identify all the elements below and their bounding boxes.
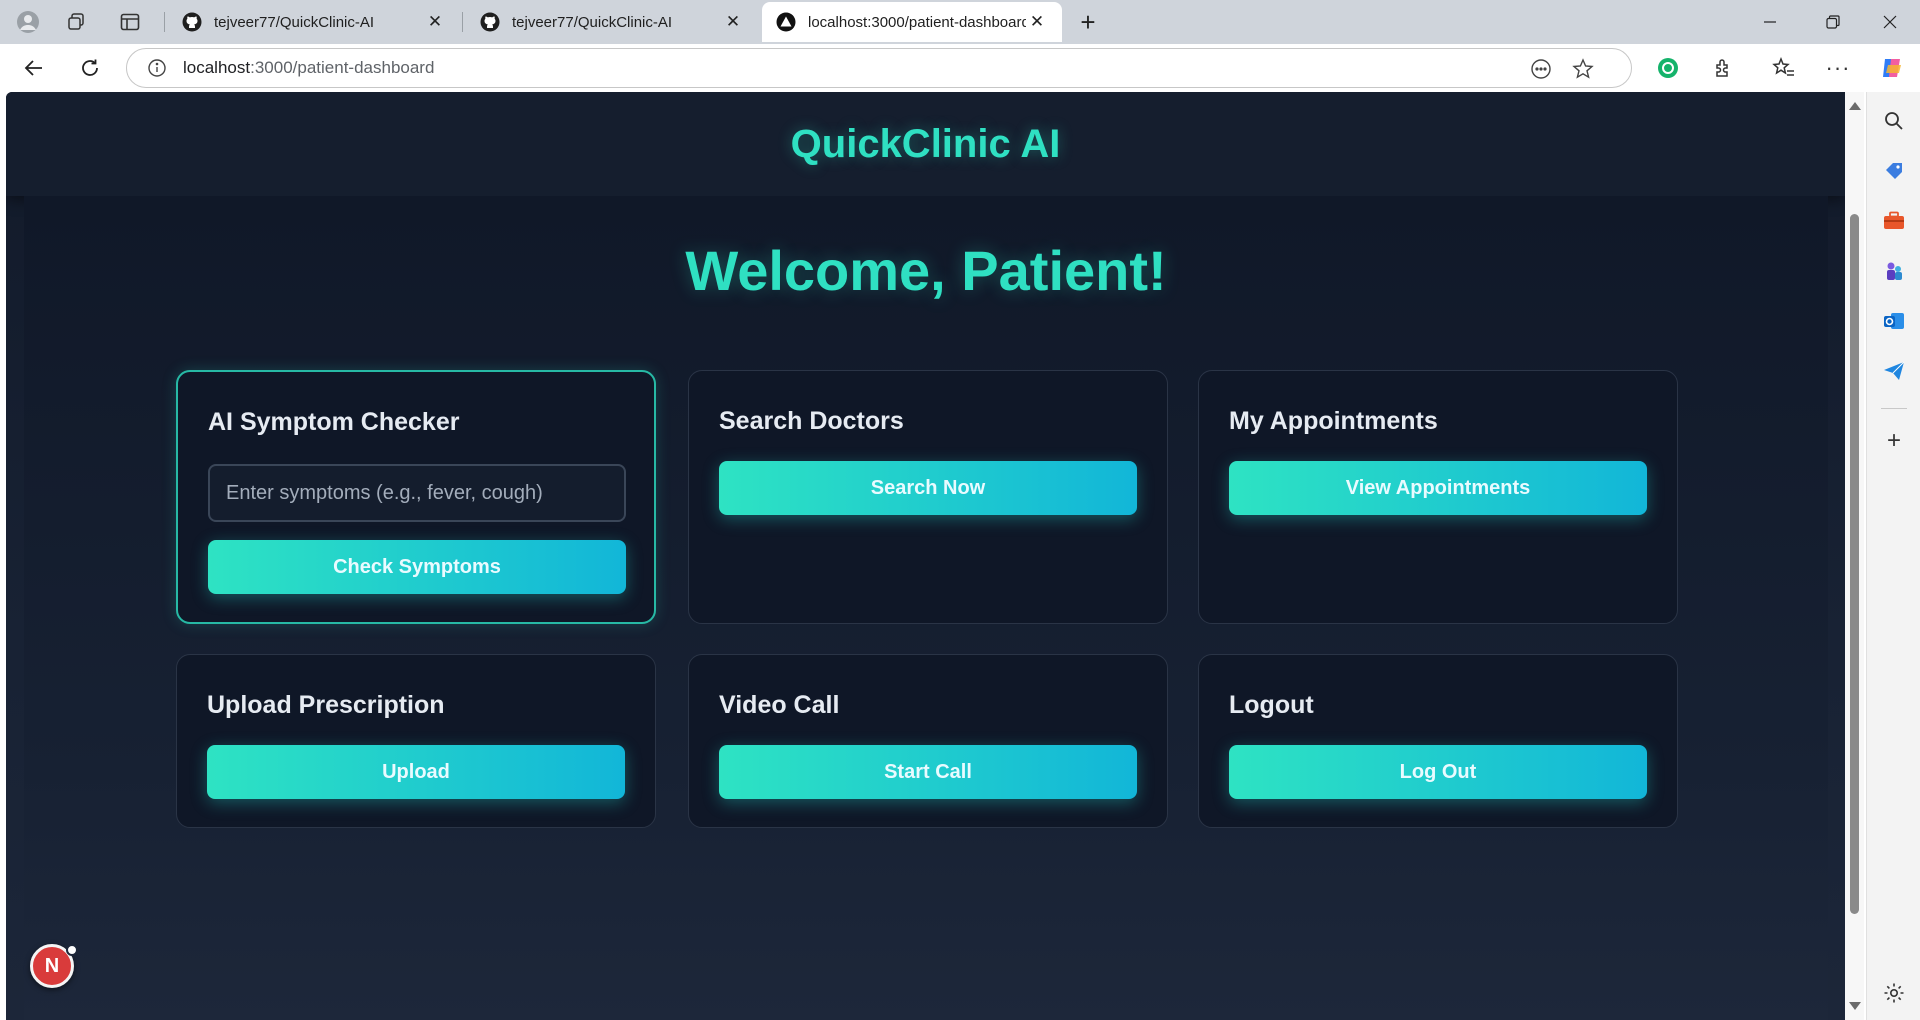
sidebar-settings-gear-icon[interactable] xyxy=(1881,980,1907,1006)
card-upload-prescription: Upload Prescription Upload xyxy=(176,654,656,828)
sidebar-add-icon[interactable]: + xyxy=(1881,427,1907,454)
page-scrollbar[interactable] xyxy=(1845,92,1864,1020)
settings-more-icon[interactable]: ··· xyxy=(1820,50,1856,86)
browser-toolbar: localhost:3000/patient-dashboard ··· xyxy=(0,44,1920,92)
start-call-button[interactable]: Start Call xyxy=(719,745,1137,799)
page-viewport: QuickClinic AI Welcome, Patient! AI Symp… xyxy=(6,92,1845,1020)
workspaces-icon[interactable] xyxy=(56,6,96,38)
copilot-icon[interactable] xyxy=(1874,50,1910,86)
back-icon[interactable] xyxy=(16,50,52,86)
vertical-tabs-icon[interactable] xyxy=(110,6,150,38)
url-host: localhost xyxy=(183,58,251,77)
upload-button[interactable]: Upload xyxy=(207,745,625,799)
app-header: QuickClinic AI xyxy=(6,92,1845,196)
github-icon xyxy=(182,12,202,32)
dashboard-main: Welcome, Patient! AI Symptom Checker Che… xyxy=(24,196,1828,1020)
search-now-button[interactable]: Search Now xyxy=(719,461,1137,515)
app-brand: QuickClinic AI xyxy=(790,121,1061,166)
site-info-icon[interactable] xyxy=(147,58,167,78)
card-title: Logout xyxy=(1229,691,1314,719)
scroll-down-arrow-icon[interactable] xyxy=(1849,1002,1861,1010)
tab-title: tejveer77/QuickClinic-AI xyxy=(214,13,375,31)
card-title: Video Call xyxy=(719,691,840,719)
sidebar-outlook-icon[interactable] xyxy=(1881,308,1907,334)
sidebar-search-icon[interactable] xyxy=(1881,108,1907,134)
nextjs-icon xyxy=(776,12,796,32)
new-tab-icon[interactable]: + xyxy=(1068,6,1108,38)
close-icon[interactable]: ✕ xyxy=(722,11,744,33)
card-video-call: Video Call Start Call xyxy=(688,654,1168,828)
tab-patient-dashboard[interactable]: localhost:3000/patient-dashboard ✕ xyxy=(762,2,1062,42)
card-my-appointments: My Appointments View Appointments xyxy=(1198,370,1678,624)
url-text: localhost:3000/patient-dashboard xyxy=(183,58,434,78)
card-ai-symptom-checker: AI Symptom Checker Check Symptoms xyxy=(176,370,656,624)
card-search-doctors: Search Doctors Search Now xyxy=(688,370,1168,624)
sidebar-games-icon[interactable] xyxy=(1881,258,1907,284)
log-out-button[interactable]: Log Out xyxy=(1229,745,1647,799)
card-logout: Logout Log Out xyxy=(1198,654,1678,828)
sidebar-send-icon[interactable] xyxy=(1881,358,1907,384)
sidebar-tools-briefcase-icon[interactable] xyxy=(1881,208,1907,234)
card-title: Search Doctors xyxy=(719,407,904,435)
close-icon[interactable]: ✕ xyxy=(1026,11,1048,33)
welcome-heading: Welcome, Patient! xyxy=(685,239,1167,302)
tab-bar: tejveer77/QuickClinic-AI ✕ tejveer77/Qui… xyxy=(0,0,1920,44)
minimize-icon[interactable] xyxy=(1740,0,1800,44)
card-title: My Appointments xyxy=(1229,407,1438,435)
window-close-icon[interactable] xyxy=(1860,0,1920,44)
refresh-icon[interactable] xyxy=(72,50,108,86)
extensions-icon[interactable] xyxy=(1706,50,1742,86)
tab-separator xyxy=(462,12,463,32)
close-icon[interactable]: ✕ xyxy=(424,11,446,33)
tab-title: localhost:3000/patient-dashboard xyxy=(808,13,1026,31)
card-title: AI Symptom Checker xyxy=(208,408,460,436)
address-bar[interactable]: localhost:3000/patient-dashboard xyxy=(126,48,1632,88)
favorites-icon[interactable] xyxy=(1766,50,1802,86)
check-symptoms-button[interactable]: Check Symptoms xyxy=(208,540,626,594)
dev-badge-letter: N xyxy=(44,954,60,977)
favorite-star-icon[interactable] xyxy=(1565,49,1601,89)
sidebar-shopping-tag-icon[interactable] xyxy=(1881,158,1907,184)
symptom-input[interactable] xyxy=(208,464,626,522)
card-title: Upload Prescription xyxy=(207,691,445,719)
dev-indicator-dot xyxy=(66,944,78,956)
profile-icon[interactable] xyxy=(8,6,48,38)
more-options-page-icon[interactable] xyxy=(1523,49,1559,89)
tab-separator xyxy=(164,12,165,32)
url-path: :3000/patient-dashboard xyxy=(250,58,435,77)
tab-github-2[interactable]: tejveer77/QuickClinic-AI ✕ xyxy=(466,2,758,42)
sidebar-separator xyxy=(1881,408,1907,409)
view-appointments-button[interactable]: View Appointments xyxy=(1229,461,1647,515)
tab-title: tejveer77/QuickClinic-AI xyxy=(512,13,673,31)
tab-github-1[interactable]: tejveer77/QuickClinic-AI ✕ xyxy=(168,2,460,42)
scroll-thumb[interactable] xyxy=(1850,214,1859,914)
github-icon xyxy=(480,12,500,32)
extension-grammar-icon[interactable] xyxy=(1650,50,1686,86)
edge-sidebar: + xyxy=(1866,92,1920,1020)
restore-icon[interactable] xyxy=(1803,0,1863,44)
scroll-up-arrow-icon[interactable] xyxy=(1849,102,1861,110)
